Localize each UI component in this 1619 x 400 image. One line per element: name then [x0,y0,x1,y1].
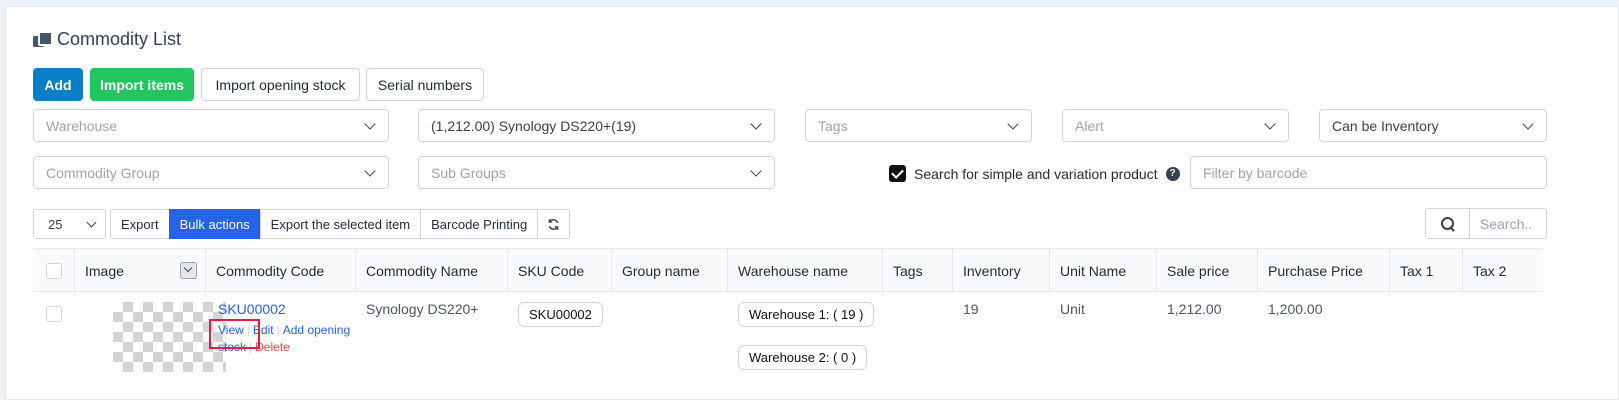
chevron-down-icon [750,118,762,130]
help-icon[interactable]: ? [1165,166,1180,181]
column-header-purchase-price[interactable]: Purchase Price [1258,249,1390,293]
alert-select-placeholder: Alert [1075,117,1104,134]
inventory-type-value: Can be Inventory [1332,117,1439,134]
refresh-button[interactable] [537,209,571,239]
table-search: Search.. [1425,208,1547,239]
purchase-price-value: 1,200.00 [1268,301,1323,317]
select-all-cell [33,249,75,293]
commodity-code-link[interactable]: SKU00002 [218,301,286,317]
column-header-image[interactable]: Image [75,249,206,293]
sub-groups-select[interactable]: Sub Groups [418,156,775,189]
export-selected-button[interactable]: Export the selected item [259,209,422,239]
column-header-commodity-code[interactable]: Commodity Code [206,249,356,293]
column-header-group-name[interactable]: Group name [612,249,728,293]
select-all-checkbox[interactable] [45,263,62,279]
search-variation-checkbox[interactable] [889,165,906,182]
column-header-sale-price[interactable]: Sale price [1157,249,1258,293]
add-opening-stock-add-word: Add [282,323,305,337]
commodity-group-select[interactable]: Commodity Group [33,156,389,189]
inventory-value: 19 [963,301,979,317]
serial-numbers-button[interactable]: Serial numbers [366,68,484,101]
page-title-text: Commodity List [57,29,182,49]
search-icon [1440,216,1455,231]
warehouse-select-placeholder: Warehouse [46,117,118,134]
export-button[interactable]: Export [110,209,170,239]
column-header-unit-name[interactable]: Unit Name [1050,249,1157,293]
import-opening-stock-button[interactable]: Import opening stock [201,68,360,101]
warehouse-badge: Warehouse 1: ( 19 ) [738,302,875,327]
commodity-select[interactable]: (1,212.00) Synology DS220+(19) [418,109,775,142]
table-header: Image Commodity Code Commodity Name SKU … [33,248,1543,293]
sale-price-value: 1,212.00 [1167,301,1222,317]
column-header-commodity-name[interactable]: Commodity Name [356,249,508,293]
column-header-tags[interactable]: Tags [883,249,953,293]
row-checkbox[interactable] [46,306,62,322]
chevron-down-icon [86,217,97,228]
table-search-placeholder: Search.. [1480,215,1533,232]
commodity-group-placeholder: Commodity Group [46,164,160,181]
tags-select-placeholder: Tags [818,117,848,134]
view-highlight-box [209,319,260,349]
barcode-printing-button[interactable]: Barcode Printing [420,209,539,239]
delete-link[interactable]: Delete [255,340,290,354]
page-size-select[interactable]: 25 [33,209,106,239]
sub-groups-placeholder: Sub Groups [431,164,506,181]
warehouse-select[interactable]: Warehouse [33,109,389,142]
page-title: Commodity List [33,29,181,50]
commodity-select-value: (1,212.00) Synology DS220+(19) [431,117,637,134]
search-button[interactable] [1426,209,1470,238]
search-variation-label: Search for simple and variation product [914,165,1158,182]
page-size-value: 25 [48,216,63,232]
search-variation-option: Search for simple and variation product … [889,165,1180,182]
chevron-down-icon [1007,118,1019,130]
import-items-button[interactable]: Import items [90,68,194,101]
chevron-down-icon [364,165,376,177]
commodity-panel: Commodity List Add Import items Import o… [5,6,1619,400]
table-row: SKU00002 View | Edit | Add opening stock | Del… [33,292,1543,399]
refresh-icon [548,218,559,230]
table-search-input[interactable]: Search.. [1470,209,1546,238]
chevron-down-icon [364,118,376,130]
column-toggle-icon[interactable] [180,262,197,279]
sku-code-badge: SKU00002 [518,302,603,327]
column-header-sku-code[interactable]: SKU Code [508,249,612,293]
chevron-down-icon [1522,118,1534,130]
chevron-down-icon [750,165,762,177]
column-header-tax-1[interactable]: Tax 1 [1390,249,1463,293]
unit-name-value: Unit [1060,301,1085,317]
barcode-filter-placeholder: Filter by barcode [1203,164,1308,181]
alert-select[interactable]: Alert [1062,109,1289,142]
column-header-warehouse-name[interactable]: Warehouse name [728,249,883,293]
copy-icon [33,30,53,49]
column-header-label: Image [85,263,124,279]
inventory-type-select[interactable]: Can be Inventory [1319,109,1547,142]
column-header-inventory[interactable]: Inventory [953,249,1050,293]
warehouse-badge: Warehouse 2: ( 0 ) [738,345,868,370]
bulk-actions-button[interactable]: Bulk actions [168,209,261,239]
column-header-tax-2[interactable]: Tax 2 [1463,249,1543,293]
add-button[interactable]: Add [33,68,83,101]
barcode-filter-input[interactable]: Filter by barcode [1190,156,1547,189]
chevron-down-icon [1264,118,1276,130]
commodity-name[interactable]: Synology DS220+ [366,301,478,317]
tags-select[interactable]: Tags [805,109,1032,142]
table-toolbar: Export Bulk actions Export the selected … [110,209,571,239]
